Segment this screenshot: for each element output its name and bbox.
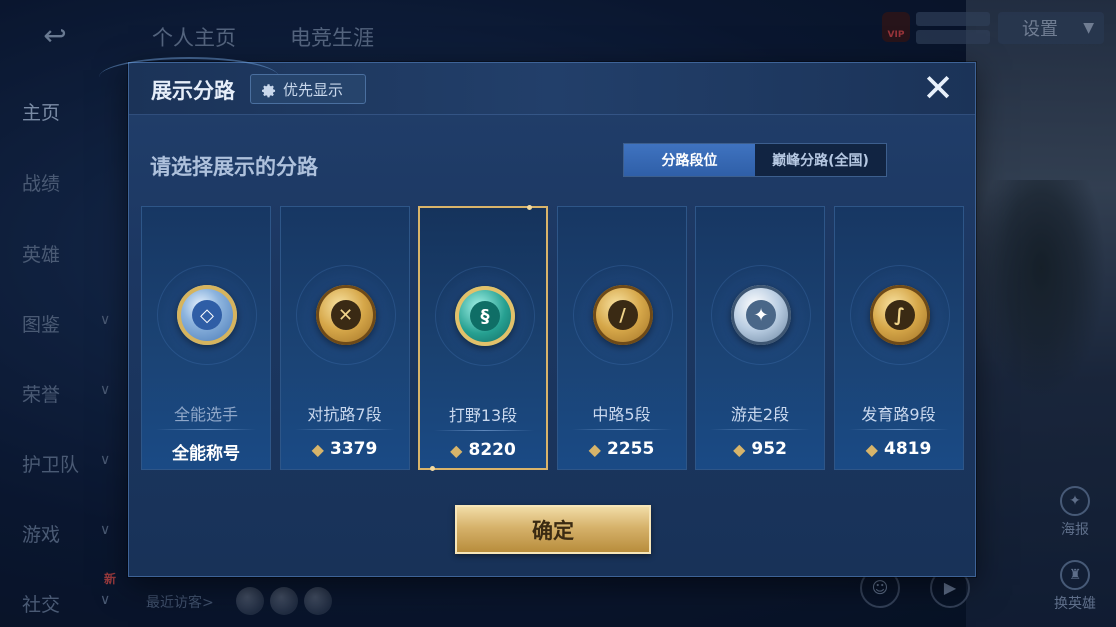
divider — [156, 429, 256, 430]
tab-peak-lane-national[interactable]: 巅峰分路(全国) — [755, 144, 886, 176]
lane-card-value-text: 全能称号 — [172, 444, 240, 464]
dialog-subtitle: 请选择展示的分路 — [150, 155, 318, 179]
lane-card[interactable]: ∫ 发育路9段 ◆ 4819 — [833, 206, 964, 470]
lane-card-value: 全能称号 — [142, 439, 270, 464]
lane-card-value-text: 3379 — [329, 439, 378, 459]
lane-card[interactable]: ✦ 游走2段 ◆ 952 — [695, 206, 825, 470]
lane-card-value-text: 8220 — [468, 440, 516, 460]
lane-display-dialog: 展示分路 优先显示 ✕ 请选择展示的分路 分路段位 巅峰分路(全国) ◇ 全能选手… — [99, 57, 976, 577]
jungle-emblem-icon: § — [455, 286, 515, 346]
emblem-core: / — [607, 300, 638, 330]
lane-card-label: 游走2段 — [730, 405, 790, 424]
points-icon: ◆ — [311, 439, 324, 459]
divider — [434, 430, 534, 431]
emblem-core: § — [470, 301, 500, 331]
roam-emblem-icon: ✦ — [731, 285, 791, 345]
divider — [571, 429, 672, 430]
lane-card-label: 打野13段 — [448, 406, 518, 425]
lane-card[interactable]: ✕ 对抗路7段 ◆ 3379 — [279, 206, 410, 470]
all-round-emblem-icon: ◇ — [177, 285, 237, 345]
lane-card-label: 全能选手 — [173, 405, 238, 424]
close-button[interactable]: ✕ — [919, 69, 957, 109]
dialog-header: 展示分路 优先显示 ✕ — [99, 57, 975, 115]
points-icon: ◆ — [733, 439, 746, 459]
farm-lane-emblem-icon: ∫ — [869, 285, 930, 345]
points-icon: ◆ — [588, 439, 601, 459]
priority-display-label: 优先显示 — [283, 80, 344, 99]
lane-card[interactable]: ◇ 全能选手全能称号 — [141, 206, 271, 470]
lane-card-label: 发育路9段 — [861, 405, 936, 424]
emblem-core: ✕ — [330, 300, 361, 330]
tab-lane-rank[interactable]: 分路段位 — [624, 144, 755, 176]
points-icon: ◆ — [865, 439, 878, 459]
gear-icon — [259, 80, 277, 98]
emblem-core: ◇ — [192, 300, 222, 330]
lane-card-value-text: 4819 — [883, 439, 932, 459]
mid-lane-emblem-icon: / — [592, 285, 653, 345]
confirm-button[interactable]: 确定 — [455, 505, 651, 554]
lane-card-value: ◆ 952 — [696, 439, 824, 459]
lane-card-label: 中路5段 — [592, 405, 651, 424]
lane-card-value-text: 2255 — [606, 439, 655, 459]
lane-card-value: ◆ 4819 — [835, 439, 963, 459]
lane-card[interactable]: § 打野13段 ◆ 8220 — [418, 205, 548, 471]
lane-card[interactable]: / 中路5段 ◆ 2255 — [556, 206, 687, 470]
lane-card-value-text: 952 — [751, 439, 787, 459]
emblem-core: ∫ — [884, 300, 915, 330]
emblem-core: ✦ — [746, 300, 776, 330]
divider — [294, 429, 395, 430]
divider — [710, 429, 810, 430]
lane-card-label: 对抗路7段 — [307, 405, 382, 424]
selection-corner-dot — [527, 205, 532, 210]
display-mode-toggle: 分路段位 巅峰分路(全国) — [623, 143, 887, 177]
points-icon: ◆ — [450, 440, 463, 460]
close-icon: ✕ — [922, 66, 954, 110]
selection-corner-dot — [430, 466, 435, 471]
divider — [848, 429, 949, 430]
dialog-title: 展示分路 — [151, 79, 235, 103]
lane-card-value: ◆ 2255 — [558, 439, 686, 459]
lane-card-list: ◇ 全能选手 全能称号 ✕ 对抗路7段 ◆ 3379 § 打野13段 ◆ 8220/中路5段 ◆ 225… — [141, 205, 965, 471]
clash-lane-emblem-icon: ✕ — [315, 285, 376, 345]
priority-display-button[interactable]: 优先显示 — [250, 74, 366, 104]
lane-card-value: ◆ 3379 — [281, 439, 409, 459]
lane-card-value: ◆ 8220 — [420, 440, 546, 460]
